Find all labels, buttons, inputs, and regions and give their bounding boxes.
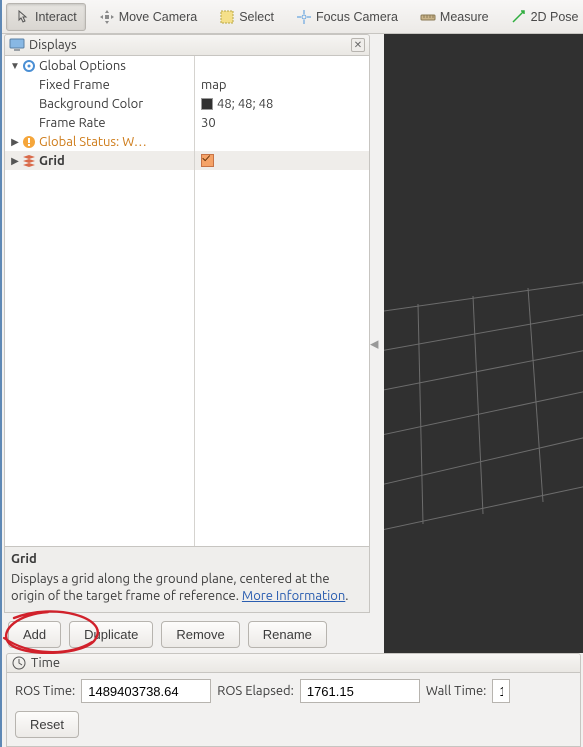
display-values[interactable]: map 48; 48; 48 30 — [195, 56, 369, 546]
focus-camera-label: Focus Camera — [316, 10, 398, 24]
focus-camera-icon — [296, 9, 312, 25]
rename-button[interactable]: Rename — [248, 621, 327, 648]
displays-panel: Displays ✕ ▼ Global Options Fixed Frame — [4, 34, 370, 652]
monitor-icon — [9, 37, 25, 53]
pose-est-label: 2D Pose Est — [531, 10, 583, 24]
bg-color-swatch — [201, 98, 213, 110]
interact-button[interactable]: Interact — [6, 3, 86, 31]
frame-rate-value: 30 — [201, 116, 216, 130]
desc-title: Grid — [11, 551, 363, 569]
displays-title: Displays — [29, 38, 347, 52]
global-options-label: Global Options — [39, 59, 126, 73]
time-panel: Time ROS Time: ROS Elapsed: Wall Time: R… — [4, 653, 583, 747]
main-toolbar: Interact Move Camera Select Focus Camera… — [2, 0, 583, 34]
clock-icon — [11, 655, 27, 671]
wall-time-field[interactable] — [492, 679, 510, 703]
description-box: Grid Displays a grid along the ground pl… — [4, 547, 370, 613]
grid-label: Grid — [39, 154, 65, 168]
gear-icon — [21, 58, 37, 74]
time-title: Time — [31, 656, 60, 670]
select-icon — [219, 9, 235, 25]
viewport-panel: ◀ — [370, 34, 583, 653]
ros-elapsed-label: ROS Elapsed: — [217, 684, 294, 698]
interact-icon — [15, 9, 31, 25]
reset-button[interactable]: Reset — [15, 711, 79, 738]
grid-icon — [21, 153, 37, 169]
wall-time-label: Wall Time: — [426, 684, 487, 698]
more-info-link[interactable]: More Information — [242, 589, 345, 603]
display-buttons: Add Duplicate Remove Rename — [4, 613, 370, 652]
frame-rate-label: Frame Rate — [39, 116, 106, 130]
bg-color-value: 48; 48; 48 — [217, 97, 273, 111]
move-camera-button[interactable]: Move Camera — [90, 3, 207, 31]
viewport-3d[interactable] — [384, 34, 583, 653]
focus-camera-button[interactable]: Focus Camera — [287, 3, 407, 31]
select-label: Select — [239, 10, 274, 24]
display-tree[interactable]: ▼ Global Options Fixed Frame Background … — [5, 56, 195, 546]
collapse-handle-icon[interactable]: ◀ — [370, 337, 378, 350]
remove-button[interactable]: Remove — [161, 621, 239, 648]
measure-icon — [420, 9, 436, 25]
move-camera-icon — [99, 9, 115, 25]
add-button[interactable]: Add — [8, 621, 61, 648]
measure-label: Measure — [440, 10, 489, 24]
measure-button[interactable]: Measure — [411, 3, 498, 31]
interact-label: Interact — [35, 10, 77, 24]
pose-est-icon — [511, 9, 527, 25]
ros-elapsed-field[interactable] — [300, 679, 420, 703]
fixed-frame-value: map — [201, 78, 227, 92]
global-status-label: Global Status: W… — [39, 135, 147, 149]
grid-checkbox[interactable] — [201, 154, 214, 167]
ros-time-label: ROS Time: — [15, 684, 75, 698]
pose-est-button[interactable]: 2D Pose Est — [502, 3, 583, 31]
fixed-frame-label: Fixed Frame — [39, 78, 110, 92]
warning-icon — [21, 134, 37, 150]
close-icon[interactable]: ✕ — [351, 38, 365, 52]
bg-color-label: Background Color — [39, 97, 143, 111]
ros-time-field[interactable] — [81, 679, 211, 703]
duplicate-button[interactable]: Duplicate — [69, 621, 153, 648]
select-button[interactable]: Select — [210, 3, 283, 31]
move-camera-label: Move Camera — [119, 10, 198, 24]
